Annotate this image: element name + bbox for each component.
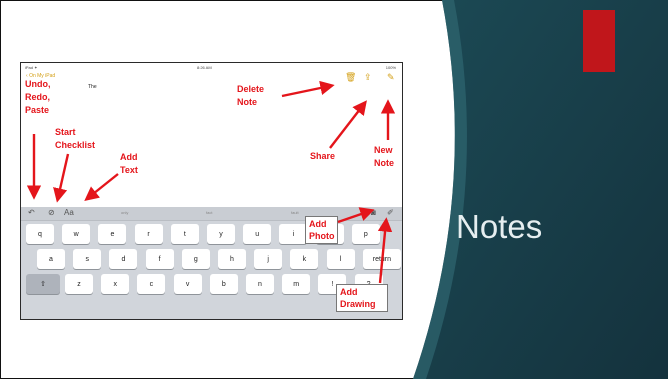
annotation-arrows bbox=[26, 80, 396, 284]
